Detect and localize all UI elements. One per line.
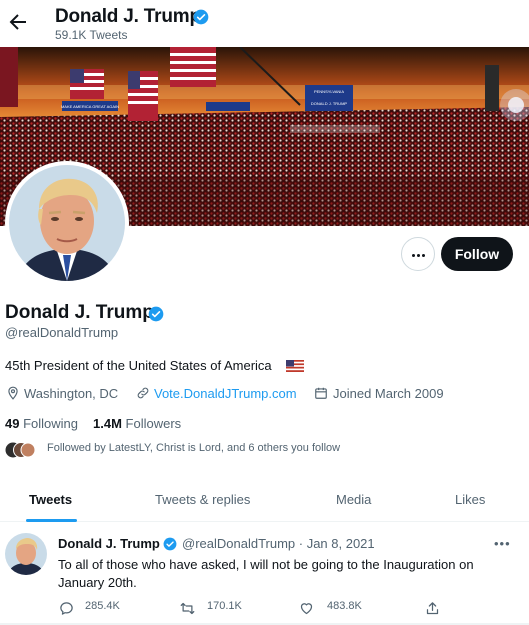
profile-header-bar: Donald J. Trump 59.1K Tweets (0, 0, 529, 47)
following-stat[interactable]: 49 Following (5, 416, 78, 431)
retweet-count: 170.1K (207, 600, 242, 612)
flag-2 (128, 71, 158, 121)
banner-sign-3: DONALD J. TRUMP (311, 101, 347, 106)
tweet-handle-date[interactable]: @realDonaldTrump · Jan 8, 2021 (182, 536, 375, 551)
flag-1 (70, 69, 104, 99)
flag-3 (170, 47, 216, 87)
profile-website-link[interactable]: Vote.DonaldJTrump.com (154, 386, 297, 401)
active-tab-indicator (26, 519, 77, 522)
following-label: Following (23, 416, 79, 431)
profile-location: Washington, DC (24, 386, 119, 401)
followers-label: Followers (125, 416, 182, 431)
tweet-author-name[interactable]: Donald J. Trump (58, 536, 160, 551)
tab-tweets[interactable]: Tweets (29, 492, 72, 507)
profile-bio: 45th President of the United States of A… (5, 358, 272, 373)
profile-avatar[interactable] (5, 161, 129, 285)
profile-joined-date: Joined March 2009 (333, 386, 444, 401)
like-icon[interactable] (299, 601, 314, 616)
tweet-count: 59.1K Tweets (55, 28, 128, 42)
profile-tabs: Tweets Tweets & replies Media Likes (0, 478, 529, 522)
location-icon (8, 386, 18, 400)
verified-badge-icon (163, 537, 177, 551)
banner-sign-2: PENNSYLVANIA (314, 89, 344, 94)
share-icon[interactable] (425, 601, 440, 616)
us-flag-icon (286, 360, 304, 372)
verified-badge-icon (193, 9, 209, 25)
banner-sign-1: MAKE AMERICA GREAT AGAIN (61, 104, 119, 109)
reply-count: 285.4K (85, 600, 120, 612)
verified-badge-icon (148, 306, 164, 322)
profile-photo (9, 165, 125, 281)
follow-button[interactable]: Follow (441, 237, 513, 271)
followed-by-text[interactable]: Followed by LatestLY, Christ is Lord, an… (47, 442, 340, 454)
calendar-icon (315, 387, 327, 399)
tweet-avatar[interactable] (5, 533, 47, 575)
tweet-more-icon[interactable]: ••• (494, 536, 511, 551)
header-name: Donald J. Trump (55, 6, 201, 27)
back-arrow-icon[interactable] (6, 10, 30, 34)
tab-tweets-replies[interactable]: Tweets & replies (155, 492, 250, 507)
tweet-text: To all of those who have asked, I will n… (58, 557, 474, 590)
following-count: 49 (5, 416, 20, 431)
followers-stat[interactable]: 1.4M Followers (93, 416, 181, 431)
profile-name: Donald J. Trump (5, 302, 154, 323)
profile-handle: @realDonaldTrump (5, 325, 119, 340)
reply-icon[interactable] (59, 601, 74, 616)
like-count: 483.8K (327, 600, 362, 612)
tab-media[interactable]: Media (336, 492, 371, 507)
followed-by-avatars[interactable] (5, 442, 35, 458)
link-icon (137, 387, 149, 399)
retweet-icon[interactable] (180, 601, 195, 616)
more-icon (412, 254, 415, 257)
tab-likes[interactable]: Likes (455, 492, 485, 507)
followers-count: 1.4M (93, 416, 122, 431)
tweet-avatar-photo (5, 533, 47, 575)
more-options-button[interactable] (401, 237, 435, 271)
